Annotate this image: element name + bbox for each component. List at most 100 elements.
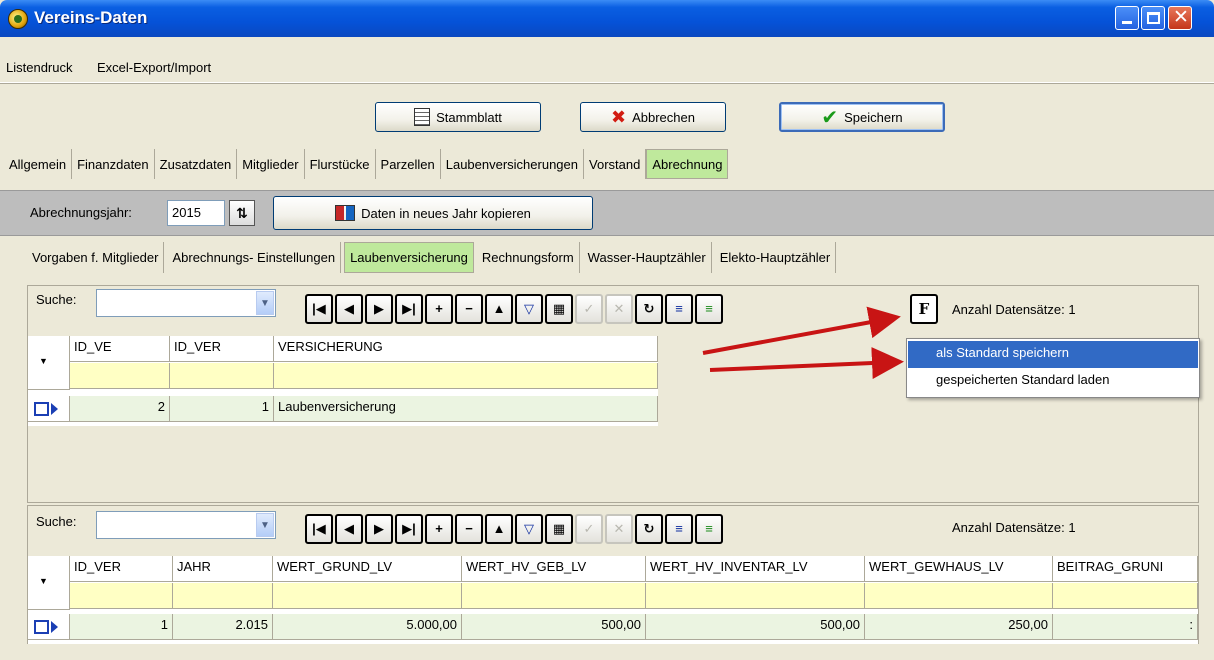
tab-mitglieder[interactable]: Mitglieder — [237, 149, 305, 179]
filter-icon[interactable]: ▽ — [515, 294, 543, 324]
table-cell[interactable]: 2.015 — [173, 614, 273, 640]
filter-cell[interactable] — [1053, 583, 1198, 609]
close-button[interactable]: ✕ — [1168, 6, 1192, 30]
speichern-button[interactable]: ✔ Speichern — [779, 102, 945, 132]
list-add-icon[interactable]: ≡ — [665, 514, 693, 544]
filter-cell[interactable] — [173, 583, 273, 609]
delete-record-icon[interactable]: − — [455, 294, 483, 324]
row-selector[interactable] — [28, 396, 70, 422]
refresh-icon[interactable]: ↻ — [635, 514, 663, 544]
tab-flurstuecke[interactable]: Flurstücke — [305, 149, 376, 179]
format-menu-button[interactable]: F — [910, 294, 938, 324]
col-header-versicherung[interactable]: VERSICHERUNG — [274, 336, 658, 362]
search-combo-1[interactable]: ▼ — [96, 289, 276, 317]
next-record-icon[interactable]: ▶ — [365, 514, 393, 544]
search-combo-2[interactable]: ▼ — [96, 511, 276, 539]
col-header-wert-grund-lv[interactable]: WERT_GRUND_LV — [273, 556, 462, 582]
list-add-icon[interactable]: ≡ — [665, 294, 693, 324]
last-record-icon[interactable]: ▶| — [395, 294, 423, 324]
last-record-icon[interactable]: ▶| — [395, 514, 423, 544]
table-export-icon[interactable]: ▦ — [545, 294, 573, 324]
move-up-icon[interactable]: ▲ — [485, 514, 513, 544]
col-header-beitrag-grund[interactable]: BEITRAG_GRUNI — [1053, 556, 1198, 582]
main-tabs: Allgemein Finanzdaten Zusatzdaten Mitgli… — [4, 149, 729, 179]
table-cell[interactable]: 250,00 — [865, 614, 1053, 640]
refresh-icon[interactable]: ↻ — [635, 294, 663, 324]
menu-listendruck[interactable]: Listendruck — [6, 60, 72, 75]
subtab-elekto-hauptzaehler[interactable]: Elekto-Hauptzähler — [715, 242, 837, 273]
list-new-icon[interactable]: ≡ — [695, 514, 723, 544]
filter-cell[interactable] — [865, 583, 1053, 609]
kopieren-button[interactable]: Daten in neues Jahr kopieren — [273, 196, 593, 230]
delete-record-icon[interactable]: − — [455, 514, 483, 544]
abbrechen-label: Abbrechen — [632, 109, 695, 125]
col-header-id-ve[interactable]: ID_VE — [70, 336, 170, 362]
tab-abrechnung[interactable]: Abrechnung — [646, 149, 729, 179]
year-spinner-button[interactable]: ⇅ — [229, 200, 255, 226]
maximize-icon — [1147, 12, 1160, 24]
sort-arrow-icon: ▼ — [39, 576, 48, 586]
filter-cell[interactable] — [273, 583, 462, 609]
subtab-laubenversicherung[interactable]: Laubenversicherung — [344, 242, 474, 273]
tab-allgemein[interactable]: Allgemein — [4, 149, 73, 179]
col-header-jahr[interactable]: JAHR — [173, 556, 273, 582]
jahr-werte-grid: ▼ ID_VER JAHR WERT_GRUND_LV WERT_HV_GEB_… — [28, 556, 1198, 646]
col-header-id-ver[interactable]: ID_VER — [170, 336, 274, 362]
tab-finanzdaten[interactable]: Finanzdaten — [72, 149, 155, 179]
filter-cell[interactable] — [70, 363, 170, 389]
table-cell[interactable]: 1 — [70, 614, 173, 640]
minimize-button[interactable] — [1115, 6, 1139, 30]
filter-cell[interactable] — [274, 363, 658, 389]
tab-vorstand[interactable]: Vorstand — [584, 149, 647, 179]
tab-parzellen[interactable]: Parzellen — [376, 149, 441, 179]
first-record-icon[interactable]: |◀ — [305, 294, 333, 324]
list-new-icon[interactable]: ≡ — [695, 294, 723, 324]
row-selector[interactable] — [28, 614, 70, 640]
table-cell[interactable]: 2 — [70, 396, 170, 422]
copy-data-icon — [335, 205, 356, 221]
menu-item-als-standard-speichern[interactable]: als Standard speichern — [908, 341, 1198, 368]
filter-icon[interactable]: ▽ — [515, 514, 543, 544]
table-cell[interactable]: 5.000,00 — [273, 614, 462, 640]
subtab-vorgaben[interactable]: Vorgaben f. Mitglieder — [27, 242, 165, 273]
filter-cell[interactable] — [646, 583, 865, 609]
table-cell[interactable]: 500,00 — [462, 614, 646, 640]
insert-record-icon[interactable]: + — [425, 514, 453, 544]
abbrechen-button[interactable]: ✖ Abbrechen — [580, 102, 726, 132]
navigator-2: |◀ ◀ ▶ ▶| + − ▲ ▽ ▦ ✓ ✕ ↻ ≡ ≡ — [305, 514, 723, 544]
bottom-strip — [0, 644, 1214, 660]
tab-zusatzdaten[interactable]: Zusatzdaten — [155, 149, 238, 179]
first-record-icon[interactable]: |◀ — [305, 514, 333, 544]
table-cell[interactable]: Laubenversicherung — [274, 396, 658, 422]
col-header-wert-hv-geb-lv[interactable]: WERT_HV_GEB_LV — [462, 556, 646, 582]
maximize-button[interactable] — [1141, 6, 1165, 30]
post-icon: ✓ — [575, 294, 603, 324]
menu-item-standard-laden[interactable]: gespeicherten Standard laden — [908, 368, 1198, 395]
filter-cell[interactable] — [170, 363, 274, 389]
col-header-id-ver[interactable]: ID_VER — [70, 556, 173, 582]
subtab-rechnungsform[interactable]: Rechnungsform — [477, 242, 580, 273]
tab-laubenversicherungen[interactable]: Laubenversicherungen — [441, 149, 585, 179]
format-context-menu: als Standard speichern gespeicherten Sta… — [906, 338, 1200, 398]
filter-cell[interactable] — [70, 583, 173, 609]
table-cell[interactable]: : — [1053, 614, 1198, 640]
table-cell[interactable]: 1 — [170, 396, 274, 422]
chevron-down-icon[interactable]: ▼ — [256, 291, 274, 315]
table-cell[interactable]: 500,00 — [646, 614, 865, 640]
col-header-wert-gewhaus-lv[interactable]: WERT_GEWHAUS_LV — [865, 556, 1053, 582]
prior-record-icon[interactable]: ◀ — [335, 294, 363, 324]
menu-excel-export-import[interactable]: Excel-Export/Import — [97, 60, 211, 75]
abrechnungsjahr-input[interactable]: 2015 — [167, 200, 225, 226]
chevron-down-icon[interactable]: ▼ — [256, 513, 274, 537]
move-up-icon[interactable]: ▲ — [485, 294, 513, 324]
app-icon — [8, 9, 28, 29]
insert-record-icon[interactable]: + — [425, 294, 453, 324]
table-export-icon[interactable]: ▦ — [545, 514, 573, 544]
subtab-wasser-hauptzaehler[interactable]: Wasser-Hauptzähler — [583, 242, 712, 273]
next-record-icon[interactable]: ▶ — [365, 294, 393, 324]
subtab-einstellungen[interactable]: Abrechnungs- Einstellungen — [167, 242, 342, 273]
filter-cell[interactable] — [462, 583, 646, 609]
prior-record-icon[interactable]: ◀ — [335, 514, 363, 544]
stammblatt-button[interactable]: Stammblatt — [375, 102, 541, 132]
col-header-wert-hv-inventar-lv[interactable]: WERT_HV_INVENTAR_LV — [646, 556, 865, 582]
